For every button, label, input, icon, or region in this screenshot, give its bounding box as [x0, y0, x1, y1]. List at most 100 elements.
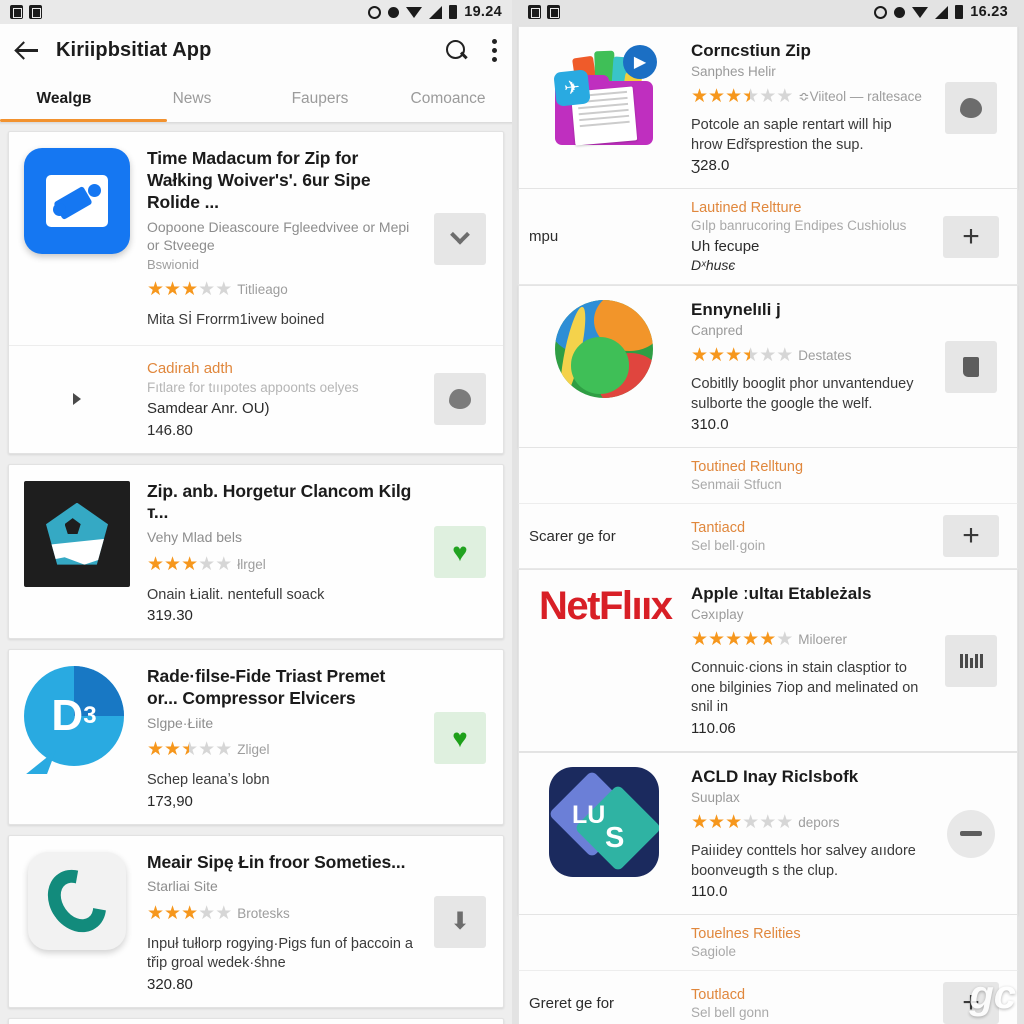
app-bar-actions — [444, 37, 498, 64]
rating-label: Destates — [798, 348, 852, 364]
app-title: ACLD Іnay Riclsbofk — [691, 766, 859, 786]
star-icon: ★ — [164, 902, 181, 924]
tab-comoance[interactable]: Comoance — [384, 76, 512, 122]
star-icon: ★ — [164, 553, 181, 575]
app-thumbnail — [21, 148, 133, 331]
dark-pentagon-icon — [24, 480, 130, 587]
plus-button[interactable]: + — [943, 982, 999, 1024]
rating-label: łlrgel — [237, 556, 266, 572]
search-icon[interactable] — [444, 38, 468, 62]
wifi-icon — [912, 6, 929, 18]
barcode-button[interactable] — [945, 634, 997, 687]
star-icon: ★ — [181, 553, 198, 575]
app-card[interactable]: D3 Rade·filse-Fide Triast Premet or... C… — [8, 649, 504, 825]
app-description: Schep leanaʼs lobn — [147, 772, 270, 788]
tab-wealgs[interactable]: Wealgв — [0, 76, 128, 122]
promo-line: Samdear Anr. OU) — [147, 399, 270, 417]
app-card[interactable]: Meair Sipę Łin froor Someties... Starlia… — [8, 834, 504, 1008]
chevron-down-button[interactable] — [434, 213, 486, 266]
heart-green-button[interactable]: ♥ — [434, 711, 486, 764]
star-rating-icons: ★ ★ ★ ★ ★ — [147, 739, 232, 760]
star-rating-icons: ★ ★ ★ ★ ★ — [147, 902, 232, 924]
app-card-main: ✈ ▶ Corпcstiun Zip Sanphes Helir ★ ★ ★ ★… — [519, 27, 1017, 188]
app-rating: ★ ★ ★ ★ ★ Titlieago — [147, 280, 415, 299]
app-card[interactable]: LU S ACLD Іnay Riclsbofk Suuplax ★ ★ ★ ★… — [518, 751, 1018, 916]
star-icon: ★ — [776, 811, 793, 833]
arrow-down-button[interactable]: ⬇ — [434, 896, 486, 949]
app-subtitle: Slgpe·Łiite — [147, 714, 214, 731]
app-price: 320.80 — [147, 975, 193, 993]
app-card-action — [935, 809, 1007, 858]
back-arrow-icon[interactable] — [14, 37, 40, 63]
rating-label: Brotesks — [237, 905, 290, 921]
app-description: Potcole an saple rentart will hip hrow E… — [691, 117, 892, 153]
d3-bubble-label: D3 — [51, 691, 97, 741]
app-card[interactable]: NetFlııx Apple ːultaı Etableżals Cəxıpla… — [518, 569, 1018, 752]
star-icon: ★ — [181, 739, 198, 760]
app-card[interactable]: ✈ ▶ Corпcstiun Zip Sanphes Helir ★ ★ ★ ★… — [518, 26, 1018, 190]
blob-button[interactable] — [434, 373, 486, 426]
app-title: Zip. anb. Horgetur Clancom Kilg т... — [147, 480, 412, 523]
rating-label: Zligel — [237, 742, 270, 757]
doc-button[interactable] — [945, 340, 997, 393]
promo-row[interactable]: Scarer ge for Tantiacd Sel bell·goin + — [518, 503, 1018, 569]
app-card[interactable]: Time Madacum for Zip for Wałking Woiver'… — [8, 131, 504, 454]
promo-row[interactable]: Touelnes Relities Sagiole — [518, 915, 1018, 971]
promo-left-label: Scarer ge for — [529, 527, 616, 545]
app-title: Ennynelıli j — [691, 300, 781, 320]
promo-row[interactable]: Toutined Relltung Senmaii Stfucn — [518, 448, 1018, 504]
app-price: 173,90 — [147, 792, 193, 810]
app-card-action — [935, 81, 1007, 134]
app-card[interactable]: Ennynelıli j Canpred ★ ★ ★ ★ ★ ★ Destate… — [518, 285, 1018, 449]
promo-title: Tantiacd — [691, 519, 746, 536]
app-subtitle: Canpred — [691, 323, 743, 339]
star-icon: ★ — [198, 902, 215, 924]
rating-label: Miloerer — [798, 632, 848, 648]
app-card-action: ♥ — [429, 666, 491, 810]
star-icon: ★ — [198, 739, 215, 760]
app-price: Ʒ28.0 — [691, 157, 730, 175]
minus-circle-button[interactable] — [947, 809, 995, 858]
promo-body: Cadirah adth Fıtlare for tıııpotes appoo… — [147, 360, 415, 439]
promo-subtitle: Sel bell gonn — [691, 1004, 770, 1020]
tab-faupers[interactable]: Faupers — [256, 76, 384, 122]
promo-body: Tantiacd Sel bell·goin — [691, 520, 923, 553]
tab-news[interactable]: News — [128, 76, 256, 122]
app-rating: ★ ★ ★ ★ ★ ★ Miloerer — [691, 630, 923, 649]
battery-icon — [449, 5, 458, 19]
star-icon: ★ — [742, 345, 759, 367]
app-subtitle: Sanphes Helir — [691, 64, 776, 79]
app-card-action — [935, 340, 1007, 393]
app-title: Apple ːultaı Etableżals — [691, 584, 872, 604]
rating-label: ≎Viiteol — raltesace — [798, 88, 922, 104]
heart-green-button[interactable]: ♥ — [434, 526, 486, 579]
blob-button[interactable] — [945, 81, 997, 134]
kebab-menu-icon[interactable] — [486, 37, 498, 64]
promo-action: + — [935, 515, 1007, 558]
star-icon: ★ — [164, 739, 181, 760]
promo-line: Uh fecupe — [691, 238, 760, 256]
star-icon: ★ — [776, 345, 793, 367]
active-tab-indicator — [0, 119, 167, 122]
app-card-main: NetFlııx Apple ːultaı Etableżals Cəxıpla… — [519, 570, 1017, 751]
promo-price: 146.80 — [147, 421, 193, 439]
app-card-body: Time Madacum for Zip for Wałking Woiver'… — [147, 148, 415, 331]
cast-icon — [29, 5, 42, 19]
app-title: Corпcstiun Zip — [691, 41, 811, 60]
star-icon: ★ — [164, 279, 181, 300]
teal-phone-shape — [35, 858, 119, 944]
app-description: Connuic·cions in stain clasptior to one … — [691, 660, 919, 716]
app-card-body: ACLD Іnay Riclsbofk Suuplax ★ ★ ★ ★ ★ ★ — [691, 767, 923, 900]
app-card[interactable]: Yortine Minixw — [8, 1017, 504, 1024]
promo-row[interactable]: Greret ge for Toutlacd Sel bell gonn + — [518, 970, 1018, 1024]
promo-row[interactable]: mpu Lautined Reltture Gılp banrucoring E… — [518, 189, 1018, 285]
plus-button[interactable]: + — [943, 215, 999, 258]
alarm-icon — [368, 5, 382, 19]
star-icon: ★ — [215, 279, 232, 300]
promo-row[interactable]: Cadirah adth Fıtlare for tıııpotes appoo… — [9, 344, 503, 453]
folder-media-icon: ✈ ▶ — [549, 41, 659, 147]
app-card[interactable]: Zip. anb. Horgetur Clancom Kilg т... Veh… — [8, 463, 504, 640]
star-icon: ★ — [759, 86, 776, 107]
app-subtitle: Suuplax — [691, 789, 740, 805]
plus-button[interactable]: + — [943, 515, 999, 558]
